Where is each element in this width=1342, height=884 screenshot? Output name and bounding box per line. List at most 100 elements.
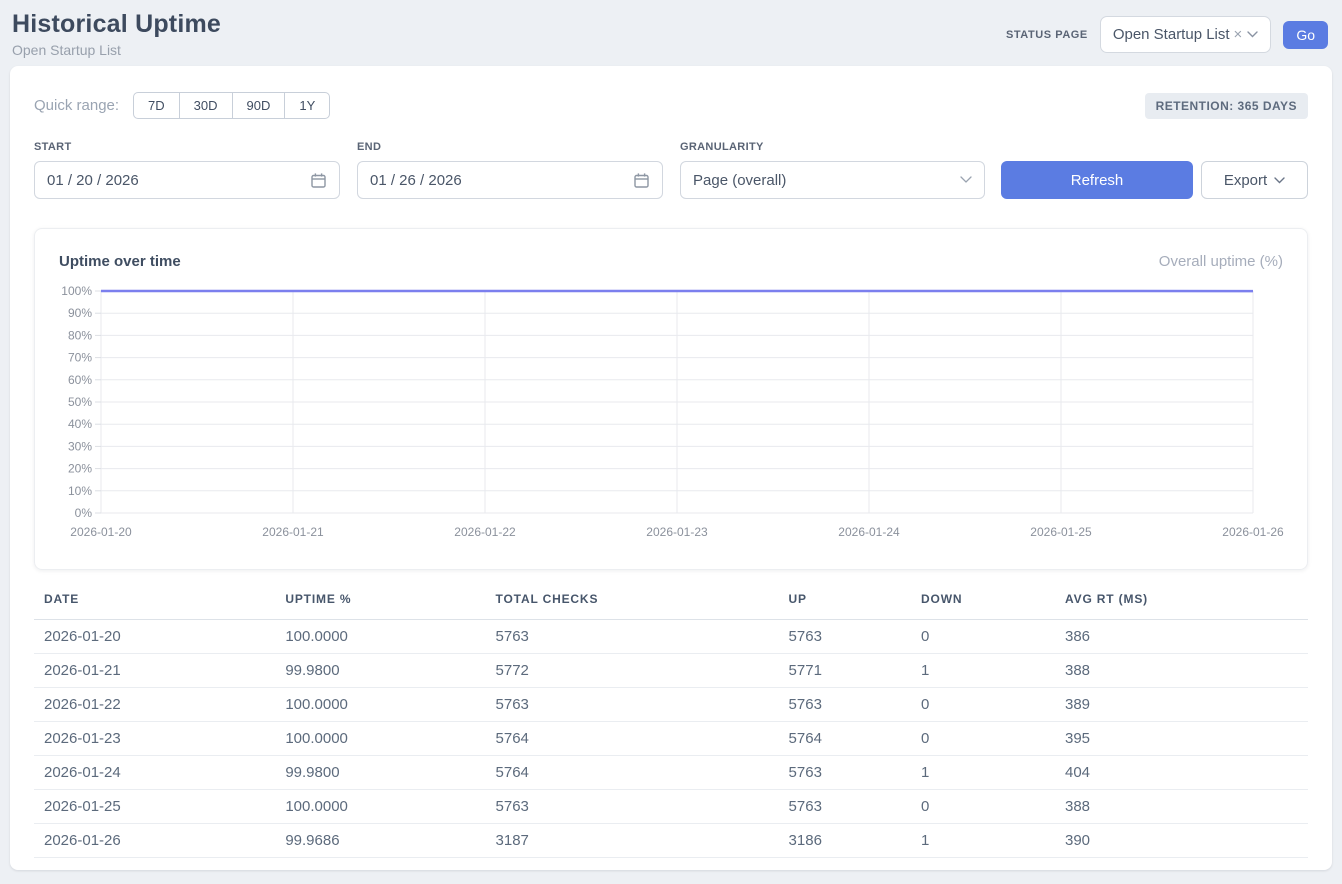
table-cell: 5763 [488, 790, 781, 824]
chart-title: Uptime over time [59, 253, 181, 270]
clear-selection-icon[interactable]: × [1234, 27, 1243, 42]
calendar-icon[interactable] [310, 172, 327, 189]
table-cell: 5764 [488, 722, 781, 756]
chevron-down-icon [1247, 31, 1258, 38]
table-cell: 404 [1057, 756, 1308, 790]
table-cell: 5763 [488, 688, 781, 722]
chevron-down-icon [1274, 177, 1285, 184]
granularity-field: GRANULARITY Page (overall) [680, 141, 985, 199]
table-row: 2026-01-25100.0000576357630388 [34, 790, 1308, 824]
table-cell: 2026-01-20 [34, 620, 277, 654]
table-cell: 1 [913, 756, 1057, 790]
y-axis-tick-label: 90% [68, 306, 92, 320]
y-axis-tick-label: 20% [68, 462, 92, 476]
table-header-cell: AVG RT (MS) [1057, 582, 1308, 620]
title-block: Historical Uptime Open Startup List [12, 10, 221, 58]
uptime-table: DATEUPTIME %TOTAL CHECKSUPDOWNAVG RT (MS… [34, 582, 1308, 858]
table-cell: 5772 [488, 654, 781, 688]
table-header-cell: DOWN [913, 582, 1057, 620]
end-date-label: END [357, 141, 663, 153]
y-axis-tick-label: 100% [61, 284, 92, 298]
export-button[interactable]: Export [1201, 161, 1308, 199]
table-header-cell: DATE [34, 582, 277, 620]
table-cell: 2026-01-22 [34, 688, 277, 722]
uptime-chart: 2026-01-202026-01-212026-01-222026-01-23… [59, 284, 1285, 546]
page-title: Historical Uptime [12, 10, 221, 39]
table-cell: 99.9800 [277, 654, 487, 688]
granularity-select[interactable]: Page (overall) [680, 161, 985, 199]
export-button-label: Export [1224, 172, 1267, 189]
table-header-cell: UPTIME % [277, 582, 487, 620]
table-cell: 395 [1057, 722, 1308, 756]
calendar-icon[interactable] [633, 172, 650, 189]
refresh-button[interactable]: Refresh [1001, 161, 1193, 199]
table-cell: 1 [913, 824, 1057, 858]
x-axis-tick-label: 2026-01-25 [1030, 525, 1092, 539]
table-cell: 2026-01-24 [34, 756, 277, 790]
chart-legend: Overall uptime (%) [1159, 253, 1283, 270]
table-header-row: DATEUPTIME %TOTAL CHECKSUPDOWNAVG RT (MS… [34, 582, 1308, 620]
y-axis-tick-label: 70% [68, 351, 92, 365]
table-cell: 5763 [781, 688, 913, 722]
table-row: 2026-01-20100.0000576357630386 [34, 620, 1308, 654]
uptime-chart-card: Uptime over time Overall uptime (%) 2026… [34, 228, 1308, 570]
topbar-right: STATUS PAGE Open Startup List × Go [1006, 16, 1328, 53]
table-row: 2026-01-23100.0000576457640395 [34, 722, 1308, 756]
table-cell: 100.0000 [277, 620, 487, 654]
table-row: 2026-01-2699.9686318731861390 [34, 824, 1308, 858]
main-panel: Quick range: 7D30D90D1Y RETENTION: 365 D… [10, 66, 1332, 870]
table-cell: 100.0000 [277, 790, 487, 824]
table-cell: 99.9800 [277, 756, 487, 790]
x-axis-tick-label: 2026-01-24 [838, 525, 900, 539]
table-cell: 386 [1057, 620, 1308, 654]
table-cell: 5764 [781, 722, 913, 756]
x-axis-tick-label: 2026-01-20 [70, 525, 132, 539]
table-row: 2026-01-2199.9800577257711388 [34, 654, 1308, 688]
end-date-input[interactable]: 01 / 26 / 2026 [357, 161, 663, 199]
x-axis-tick-label: 2026-01-22 [454, 525, 516, 539]
quick-range-group: 7D30D90D1Y [133, 92, 330, 119]
granularity-label: GRANULARITY [680, 141, 985, 153]
table-cell: 5763 [781, 790, 913, 824]
table-cell: 2026-01-26 [34, 824, 277, 858]
table-cell: 0 [913, 790, 1057, 824]
y-axis-tick-label: 10% [68, 484, 92, 498]
quick-range-1y-button[interactable]: 1Y [284, 92, 330, 119]
chart-header: Uptime over time Overall uptime (%) [59, 253, 1283, 270]
table-cell: 389 [1057, 688, 1308, 722]
start-date-input[interactable]: 01 / 20 / 2026 [34, 161, 340, 199]
table-cell: 3186 [781, 824, 913, 858]
granularity-value: Page (overall) [693, 172, 786, 189]
start-date-value: 01 / 20 / 2026 [47, 172, 139, 189]
table-cell: 100.0000 [277, 688, 487, 722]
chevron-down-icon [960, 176, 972, 184]
start-date-field: START 01 / 20 / 2026 [34, 141, 340, 199]
topbar: Historical Uptime Open Startup List STAT… [0, 0, 1342, 66]
table-cell: 99.9686 [277, 824, 487, 858]
quick-range-90d-button[interactable]: 90D [232, 92, 286, 119]
status-page-select[interactable]: Open Startup List × [1100, 16, 1272, 53]
table-header-cell: UP [781, 582, 913, 620]
table-cell: 388 [1057, 654, 1308, 688]
table-cell: 0 [913, 722, 1057, 756]
end-date-value: 01 / 26 / 2026 [370, 172, 462, 189]
controls-row: START 01 / 20 / 2026 END 01 / 26 / 2026 … [34, 141, 1308, 199]
retention-badge: RETENTION: 365 DAYS [1145, 93, 1308, 119]
table-row: 2026-01-22100.0000576357630389 [34, 688, 1308, 722]
y-axis-tick-label: 0% [75, 506, 93, 520]
y-axis-tick-label: 50% [68, 395, 92, 409]
quick-range-30d-button[interactable]: 30D [179, 92, 233, 119]
y-axis-tick-label: 80% [68, 328, 92, 342]
x-axis-tick-label: 2026-01-26 [1222, 525, 1284, 539]
table-row: 2026-01-2499.9800576457631404 [34, 756, 1308, 790]
go-button[interactable]: Go [1283, 21, 1328, 49]
table-cell: 0 [913, 620, 1057, 654]
status-page-value: Open Startup List [1113, 26, 1230, 43]
quick-range-7d-button[interactable]: 7D [133, 92, 180, 119]
table-cell: 388 [1057, 790, 1308, 824]
y-axis-tick-label: 40% [68, 417, 92, 431]
end-date-field: END 01 / 26 / 2026 [357, 141, 663, 199]
y-axis-tick-label: 30% [68, 439, 92, 453]
x-axis-tick-label: 2026-01-23 [646, 525, 708, 539]
table-header-cell: TOTAL CHECKS [488, 582, 781, 620]
